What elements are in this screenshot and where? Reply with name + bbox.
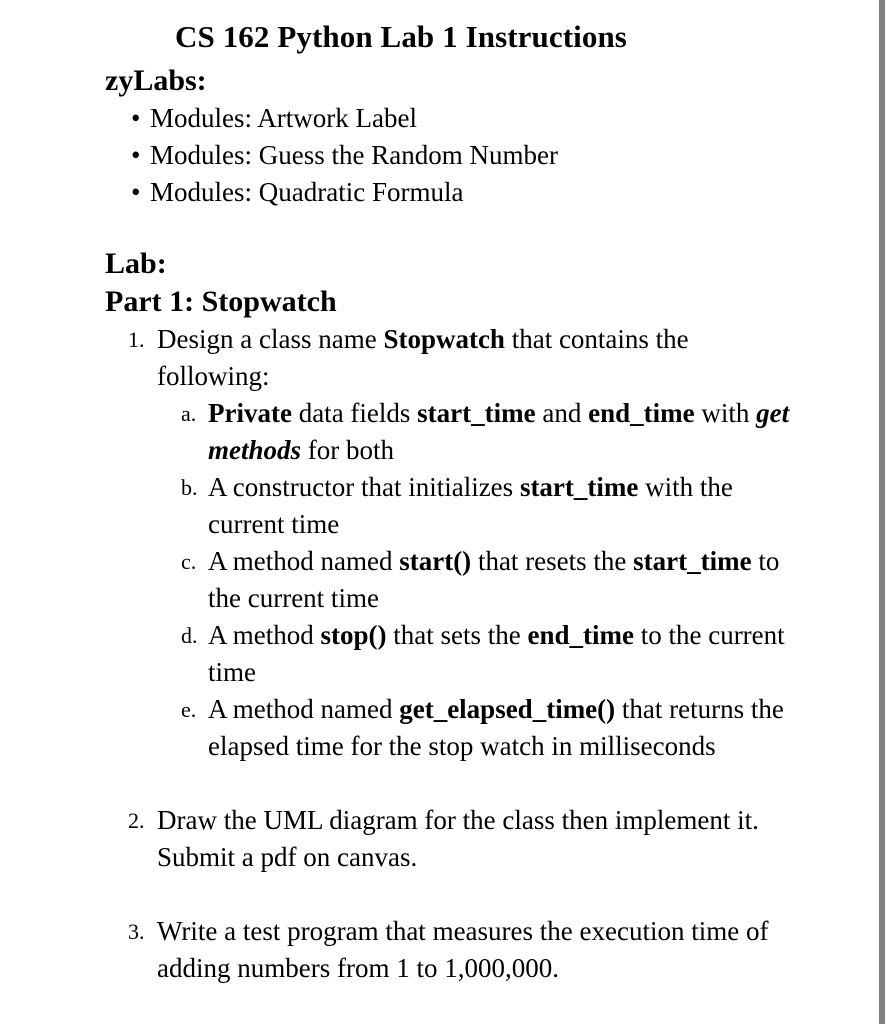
document-body: CS 162 Python Lab 1 Instructions zyLabs:… (0, 0, 790, 987)
bullet-icon: • (131, 177, 141, 207)
list-item-label: Modules: Guess the Random Number (150, 140, 558, 170)
list-marker: 3. (128, 919, 145, 944)
document-page: CS 162 Python Lab 1 Instructions zyLabs:… (0, 0, 895, 1024)
right-vertical-rule (879, 0, 885, 1024)
requirement-text: Private data fields start_time and end_t… (208, 398, 790, 465)
list-item: • Modules: Artwork Label (0, 100, 790, 137)
task-text: Write a test program that measures the e… (157, 916, 769, 983)
task-text-before: Design a class name (157, 324, 384, 354)
list-marker: d. (181, 623, 198, 648)
zylabs-heading: zyLabs: (105, 64, 207, 97)
list-marker: c. (181, 549, 197, 574)
lab-task-list: 1. Design a class name Stopwatch that co… (0, 321, 790, 987)
bullet-icon: • (131, 140, 141, 170)
bullet-icon: • (131, 103, 141, 133)
list-item: c. A method named start() that resets th… (157, 543, 790, 617)
requirement-text: A constructor that initializes start_tim… (208, 472, 733, 539)
list-marker: b. (181, 475, 198, 500)
list-item: a. Private data fields start_time and en… (157, 395, 790, 469)
list-item: d. A method stop() that sets the end_tim… (157, 617, 790, 691)
list-item: 2. Draw the UML diagram for the class th… (0, 802, 790, 876)
task-text: Draw the UML diagram for the class then … (157, 805, 759, 872)
part-heading: Part 1: Stopwatch (105, 285, 337, 318)
list-item: b. A constructor that initializes start_… (157, 469, 790, 543)
zylabs-list: • Modules: Artwork Label • Modules: Gues… (0, 100, 790, 211)
list-marker: 1. (128, 327, 145, 352)
list-item-label: Modules: Artwork Label (150, 103, 417, 133)
page-title: CS 162 Python Lab 1 Instructions (175, 19, 627, 54)
requirement-text: A method stop() that sets the end_time t… (208, 620, 785, 687)
stopwatch-requirement-list: a. Private data fields start_time and en… (157, 395, 790, 765)
list-marker: a. (181, 401, 197, 426)
lab-heading: Lab: (105, 247, 167, 280)
list-marker: 2. (128, 808, 145, 833)
task-text: Design a class name Stopwatch that conta… (157, 324, 689, 391)
task-text-emphasis: Stopwatch (383, 324, 505, 354)
list-item: • Modules: Quadratic Formula (0, 174, 790, 211)
list-marker: e. (181, 697, 197, 722)
list-item: 3. Write a test program that measures th… (0, 913, 790, 987)
list-item: e. A method named get_elapsed_time() tha… (157, 691, 790, 765)
requirement-text: A method named get_elapsed_time() that r… (208, 694, 784, 761)
list-item: 1. Design a class name Stopwatch that co… (0, 321, 790, 765)
list-item-label: Modules: Quadratic Formula (150, 177, 464, 207)
list-item: • Modules: Guess the Random Number (0, 137, 790, 174)
requirement-text: A method named start() that resets the s… (208, 546, 780, 613)
